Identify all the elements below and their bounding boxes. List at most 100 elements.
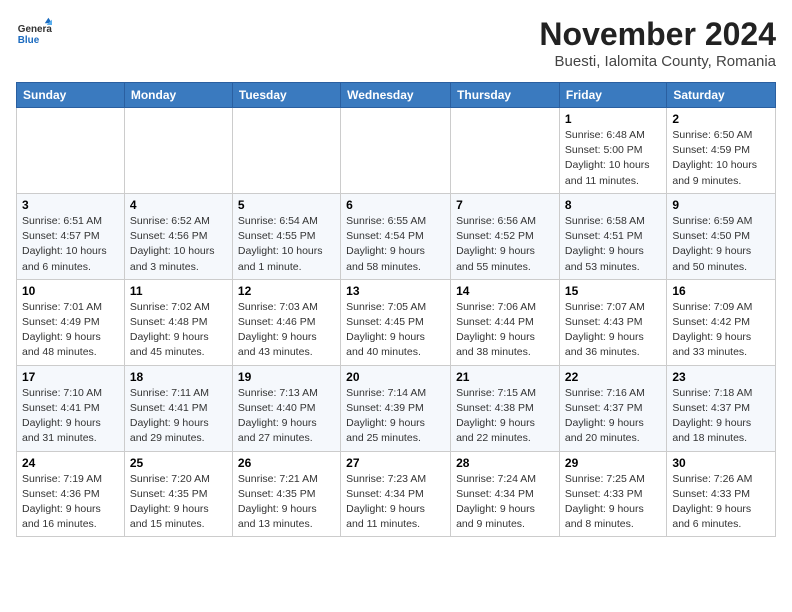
day-number: 18 (130, 370, 227, 384)
calendar-cell: 5 Sunrise: 6:54 AM Sunset: 4:55 PM Daylig… (232, 193, 340, 279)
day-number: 28 (456, 456, 554, 470)
calendar-cell: 24 Sunrise: 7:19 AM Sunset: 4:36 PM Dayli… (17, 451, 125, 537)
calendar-cell: 18 Sunrise: 7:11 AM Sunset: 4:41 PM Dayli… (124, 365, 232, 451)
calendar-subtitle: Buesti, Ialomita County, Romania (539, 53, 776, 70)
day-info: Sunrise: 7:18 AM Sunset: 4:37 PM Dayligh… (672, 386, 770, 447)
day-number: 12 (238, 284, 335, 298)
day-info: Sunrise: 7:24 AM Sunset: 4:34 PM Dayligh… (456, 472, 554, 533)
day-number: 29 (565, 456, 661, 470)
calendar-cell (124, 108, 232, 194)
calendar-cell (341, 108, 451, 194)
logo-icon: General Blue (16, 16, 52, 52)
calendar-cell: 27 Sunrise: 7:23 AM Sunset: 4:34 PM Dayli… (341, 451, 451, 537)
day-number: 27 (346, 456, 445, 470)
day-info: Sunrise: 7:02 AM Sunset: 4:48 PM Dayligh… (130, 300, 227, 361)
day-info: Sunrise: 6:56 AM Sunset: 4:52 PM Dayligh… (456, 214, 554, 275)
logo: General Blue (16, 16, 52, 52)
calendar-cell: 12 Sunrise: 7:03 AM Sunset: 4:46 PM Dayli… (232, 279, 340, 365)
day-number: 10 (22, 284, 119, 298)
title-block: November 2024 Buesti, Ialomita County, R… (539, 16, 776, 70)
day-info: Sunrise: 7:19 AM Sunset: 4:36 PM Dayligh… (22, 472, 119, 533)
day-number: 2 (672, 112, 770, 126)
weekday-header: Wednesday (341, 83, 451, 108)
calendar-cell: 13Sunrise: 7:05 AM Sunset: 4:45 PM Dayli… (341, 279, 451, 365)
day-info: Sunrise: 6:48 AM Sunset: 5:00 PM Dayligh… (565, 128, 661, 189)
weekday-row: SundayMondayTuesdayWednesdayThursdayFrid… (17, 83, 776, 108)
day-info: Sunrise: 7:23 AM Sunset: 4:34 PM Dayligh… (346, 472, 445, 533)
calendar-cell (232, 108, 340, 194)
calendar-cell: 15 Sunrise: 7:07 AM Sunset: 4:43 PM Dayli… (559, 279, 666, 365)
calendar-cell: 7 Sunrise: 6:56 AM Sunset: 4:52 PM Daylig… (451, 193, 560, 279)
svg-text:General: General (18, 24, 52, 35)
day-number: 14 (456, 284, 554, 298)
page-header: General Blue November 2024 Buesti, Ialom… (16, 16, 776, 70)
calendar-cell: 14 Sunrise: 7:06 AM Sunset: 4:44 PM Dayli… (451, 279, 560, 365)
calendar-cell: 2 Sunrise: 6:50 AM Sunset: 4:59 PM Daylig… (667, 108, 776, 194)
day-info: Sunrise: 7:25 AM Sunset: 4:33 PM Dayligh… (565, 472, 661, 533)
day-number: 4 (130, 198, 227, 212)
day-info: Sunrise: 7:07 AM Sunset: 4:43 PM Dayligh… (565, 300, 661, 361)
calendar-cell: 4 Sunrise: 6:52 AM Sunset: 4:56 PM Daylig… (124, 193, 232, 279)
weekday-header: Tuesday (232, 83, 340, 108)
day-number: 3 (22, 198, 119, 212)
calendar-cell: 30Sunrise: 7:26 AM Sunset: 4:33 PM Dayli… (667, 451, 776, 537)
day-number: 8 (565, 198, 661, 212)
day-info: Sunrise: 7:03 AM Sunset: 4:46 PM Dayligh… (238, 300, 335, 361)
day-number: 15 (565, 284, 661, 298)
weekday-header: Saturday (667, 83, 776, 108)
calendar-cell: 29 Sunrise: 7:25 AM Sunset: 4:33 PM Dayli… (559, 451, 666, 537)
day-number: 22 (565, 370, 661, 384)
calendar-body: 1 Sunrise: 6:48 AM Sunset: 5:00 PM Daylig… (17, 108, 776, 537)
calendar-week-row: 1 Sunrise: 6:48 AM Sunset: 5:00 PM Daylig… (17, 108, 776, 194)
calendar-week-row: 17Sunrise: 7:10 AM Sunset: 4:41 PM Dayli… (17, 365, 776, 451)
calendar-cell: 26 Sunrise: 7:21 AM Sunset: 4:35 PM Dayli… (232, 451, 340, 537)
weekday-header: Sunday (17, 83, 125, 108)
calendar-cell: 28 Sunrise: 7:24 AM Sunset: 4:34 PM Dayli… (451, 451, 560, 537)
calendar-table: SundayMondayTuesdayWednesdayThursdayFrid… (16, 82, 776, 537)
day-number: 30 (672, 456, 770, 470)
day-number: 19 (238, 370, 335, 384)
calendar-cell: 23 Sunrise: 7:18 AM Sunset: 4:37 PM Dayli… (667, 365, 776, 451)
day-info: Sunrise: 6:51 AM Sunset: 4:57 PM Dayligh… (22, 214, 119, 275)
day-number: 23 (672, 370, 770, 384)
day-number: 1 (565, 112, 661, 126)
calendar-week-row: 3 Sunrise: 6:51 AM Sunset: 4:57 PM Daylig… (17, 193, 776, 279)
calendar-title: November 2024 (539, 16, 776, 53)
calendar-cell: 3 Sunrise: 6:51 AM Sunset: 4:57 PM Daylig… (17, 193, 125, 279)
day-info: Sunrise: 7:10 AM Sunset: 4:41 PM Dayligh… (22, 386, 119, 447)
day-number: 5 (238, 198, 335, 212)
day-number: 24 (22, 456, 119, 470)
calendar-cell: 1 Sunrise: 6:48 AM Sunset: 5:00 PM Daylig… (559, 108, 666, 194)
day-number: 11 (130, 284, 227, 298)
calendar-cell: 19Sunrise: 7:13 AM Sunset: 4:40 PM Dayli… (232, 365, 340, 451)
calendar-cell (17, 108, 125, 194)
day-number: 25 (130, 456, 227, 470)
day-info: Sunrise: 7:01 AM Sunset: 4:49 PM Dayligh… (22, 300, 119, 361)
day-info: Sunrise: 7:09 AM Sunset: 4:42 PM Dayligh… (672, 300, 770, 361)
day-number: 26 (238, 456, 335, 470)
day-number: 13 (346, 284, 445, 298)
weekday-header: Thursday (451, 83, 560, 108)
day-info: Sunrise: 6:55 AM Sunset: 4:54 PM Dayligh… (346, 214, 445, 275)
calendar-cell: 16 Sunrise: 7:09 AM Sunset: 4:42 PM Dayli… (667, 279, 776, 365)
weekday-header: Monday (124, 83, 232, 108)
calendar-week-row: 24 Sunrise: 7:19 AM Sunset: 4:36 PM Dayli… (17, 451, 776, 537)
day-number: 7 (456, 198, 554, 212)
calendar-cell: 10 Sunrise: 7:01 AM Sunset: 4:49 PM Dayli… (17, 279, 125, 365)
calendar-week-row: 10 Sunrise: 7:01 AM Sunset: 4:49 PM Dayli… (17, 279, 776, 365)
calendar-cell (451, 108, 560, 194)
calendar-cell: 20Sunrise: 7:14 AM Sunset: 4:39 PM Dayli… (341, 365, 451, 451)
day-info: Sunrise: 7:21 AM Sunset: 4:35 PM Dayligh… (238, 472, 335, 533)
day-info: Sunrise: 6:59 AM Sunset: 4:50 PM Dayligh… (672, 214, 770, 275)
calendar-cell: 8Sunrise: 6:58 AM Sunset: 4:51 PM Daylig… (559, 193, 666, 279)
calendar-cell: 11 Sunrise: 7:02 AM Sunset: 4:48 PM Dayli… (124, 279, 232, 365)
day-info: Sunrise: 6:50 AM Sunset: 4:59 PM Dayligh… (672, 128, 770, 189)
day-number: 21 (456, 370, 554, 384)
day-number: 16 (672, 284, 770, 298)
day-info: Sunrise: 6:54 AM Sunset: 4:55 PM Dayligh… (238, 214, 335, 275)
day-info: Sunrise: 7:11 AM Sunset: 4:41 PM Dayligh… (130, 386, 227, 447)
day-info: Sunrise: 6:52 AM Sunset: 4:56 PM Dayligh… (130, 214, 227, 275)
calendar-cell: 6Sunrise: 6:55 AM Sunset: 4:54 PM Daylig… (341, 193, 451, 279)
day-info: Sunrise: 7:20 AM Sunset: 4:35 PM Dayligh… (130, 472, 227, 533)
day-info: Sunrise: 7:06 AM Sunset: 4:44 PM Dayligh… (456, 300, 554, 361)
